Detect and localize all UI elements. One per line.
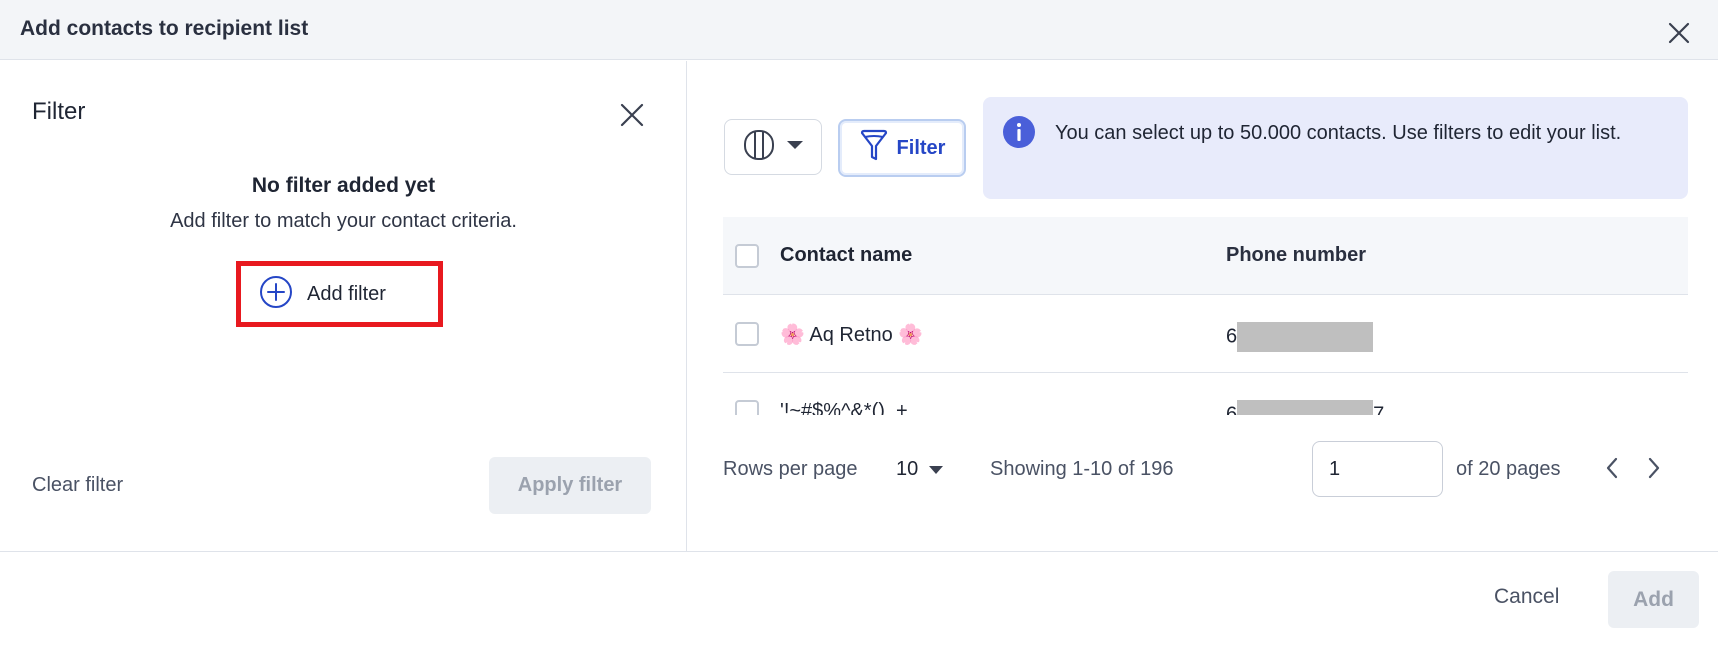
contact-name-text: Aq Retno <box>809 324 893 346</box>
table-header: Contact name Phone number <box>723 217 1688 295</box>
columns-icon <box>742 128 776 167</box>
empty-state-title: No filter added yet <box>251 174 436 197</box>
highlight-box: Add filter <box>236 261 443 327</box>
pagination: Rows per page 10 Showing 1-10 of 196 of … <box>723 441 1688 501</box>
filter-button-label: Filter <box>896 136 946 159</box>
filter-button[interactable]: Filter <box>838 119 966 177</box>
redacted-block <box>1237 322 1374 352</box>
filter-panel: Filter No filter added yet Add filter to… <box>0 61 687 551</box>
chevron-down-icon <box>928 458 944 481</box>
plus-circle-icon <box>259 275 293 314</box>
clear-filter-button[interactable]: Clear filter <box>32 474 123 497</box>
phone-number: 67 <box>1226 400 1384 415</box>
filter-panel-title: Filter <box>32 98 86 125</box>
contacts-panel: Filter You can select up to 50.000 conta… <box>688 61 1718 551</box>
close-icon[interactable] <box>1666 20 1692 46</box>
showing-range: Showing 1-10 of 196 <box>990 458 1174 480</box>
chevron-down-icon <box>786 138 804 156</box>
chevron-right-icon[interactable] <box>1647 457 1661 484</box>
row-checkbox[interactable] <box>735 400 759 415</box>
redacted-block <box>1237 400 1374 415</box>
phone-visible-start: 6 <box>1226 325 1238 348</box>
total-pages: of 20 pages <box>1456 458 1561 480</box>
apply-filter-button[interactable]: Apply filter <box>489 457 651 514</box>
add-button[interactable]: Add <box>1608 571 1699 628</box>
add-filter-button[interactable]: Add filter <box>249 275 396 313</box>
row-checkbox[interactable] <box>735 322 759 346</box>
chevron-left-icon[interactable] <box>1605 457 1619 484</box>
phone-visible-start: 6 <box>1226 403 1238 415</box>
dialog-header: Add contacts to recipient list <box>0 0 1718 60</box>
select-all-checkbox[interactable] <box>735 244 759 268</box>
info-icon <box>1002 115 1036 154</box>
phone-visible-end: 7 <box>1373 403 1385 415</box>
info-banner-text: You can select up to 50.000 contacts. Us… <box>1055 122 1622 144</box>
column-header-phone-number: Phone number <box>1226 244 1367 266</box>
cancel-button[interactable]: Cancel <box>1494 585 1559 609</box>
funnel-icon <box>859 129 889 168</box>
empty-state-subtitle: Add filter to match your contact criteri… <box>170 210 517 232</box>
page-number-input[interactable] <box>1312 441 1443 497</box>
flower-emoji: 🌸 <box>898 324 924 346</box>
rows-per-page-label: Rows per page <box>723 458 858 480</box>
contact-name: 🌸 Aq Retno 🌸 <box>780 322 923 347</box>
add-filter-label: Add filter <box>307 282 386 305</box>
dialog-footer: Cancel Add <box>0 551 1718 648</box>
columns-button[interactable] <box>724 119 822 175</box>
table-row[interactable]: '!~#$%^&*()_+ 67 <box>723 373 1688 415</box>
close-icon[interactable] <box>618 101 646 129</box>
rows-per-page-value: 10 <box>896 458 919 480</box>
phone-number: 6 <box>1226 322 1374 352</box>
flower-emoji: 🌸 <box>780 324 805 346</box>
contact-name: '!~#$%^&*()_+ <box>780 400 908 415</box>
table-row[interactable]: 🌸 Aq Retno 🌸 6 <box>723 295 1688 373</box>
rows-per-page-select[interactable]: 10 <box>896 458 944 481</box>
info-banner: You can select up to 50.000 contacts. Us… <box>983 97 1688 199</box>
dialog-title: Add contacts to recipient list <box>20 17 309 40</box>
column-header-contact-name: Contact name <box>780 244 913 266</box>
